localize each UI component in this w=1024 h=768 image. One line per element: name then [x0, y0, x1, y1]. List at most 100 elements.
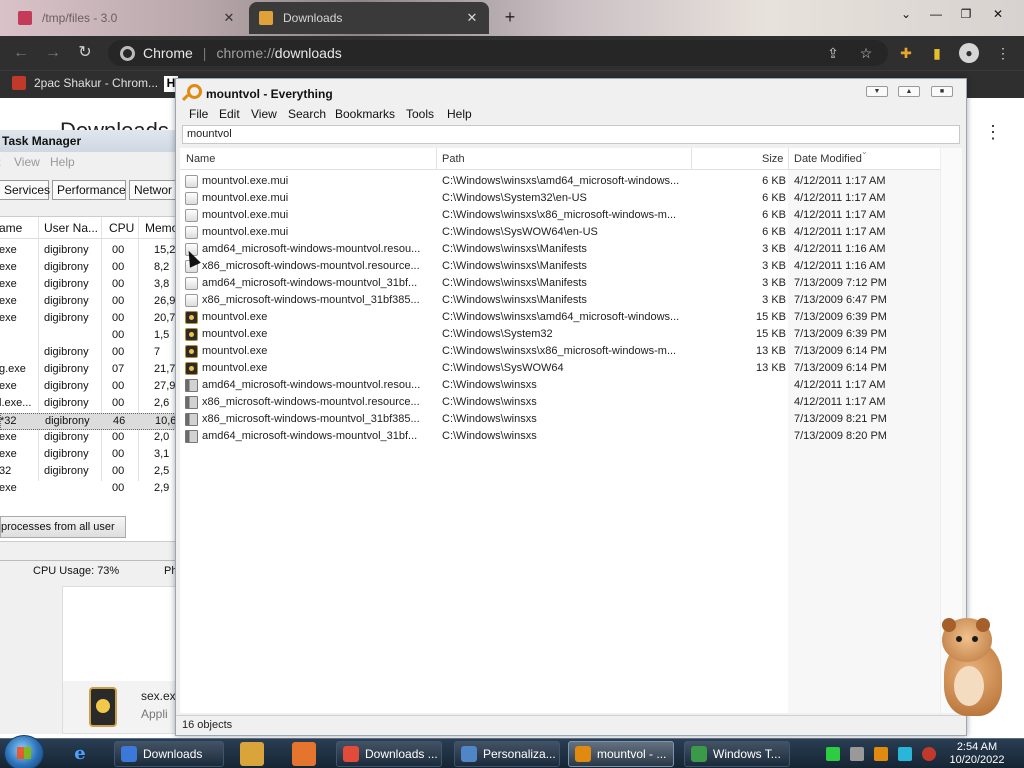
- volume-tray-icon[interactable]: [922, 747, 936, 761]
- table-row[interactable]: exe 00 2,9: [0, 481, 175, 498]
- maximize-button[interactable]: ▲: [898, 86, 920, 97]
- result-row[interactable]: amd64_microsoft-windows-mountvol.resou..…: [180, 377, 940, 394]
- network-tray-icon[interactable]: [850, 747, 864, 761]
- search-input[interactable]: mountvol: [182, 125, 960, 144]
- start-button[interactable]: [4, 735, 44, 768]
- forward-button[interactable]: →: [42, 42, 64, 64]
- chevron-down-icon[interactable]: ⌄: [895, 4, 917, 24]
- internet-explorer-icon[interactable]: e: [68, 743, 92, 765]
- column-user-name[interactable]: User Na...: [44, 221, 102, 235]
- tab-downloads[interactable]: Downloads ✕: [249, 2, 489, 34]
- table-row[interactable]: 32 digibrony 00 2,5: [0, 464, 175, 481]
- minimize-button[interactable]: —: [925, 4, 947, 24]
- table-row[interactable]: g.exe digibrony 07 21,7: [0, 362, 175, 379]
- menu-bookmarks[interactable]: Bookmarks: [335, 107, 395, 121]
- result-row[interactable]: x86_microsoft-windows-mountvol_31bf385..…: [180, 411, 940, 428]
- address-bar[interactable]: Chrome | chrome:// downloads: [108, 40, 888, 66]
- menu-file[interactable]: File: [189, 107, 208, 121]
- close-tab-icon[interactable]: ✕: [222, 10, 236, 26]
- table-row[interactable]: exe digibrony 00 26,9: [0, 294, 175, 311]
- column-image-name[interactable]: ame: [0, 221, 37, 235]
- taskbar-personalization-window[interactable]: Personaliza...: [454, 741, 560, 767]
- column-name[interactable]: Name: [186, 153, 215, 165]
- close-tab-icon[interactable]: ✕: [465, 10, 479, 26]
- result-row[interactable]: amd64_microsoft-windows-mountvol_31bf...…: [180, 428, 940, 445]
- new-tab-button[interactable]: +: [500, 7, 520, 27]
- kebab-menu-icon[interactable]: ⋮: [994, 44, 1012, 62]
- media-player-icon[interactable]: [240, 742, 264, 766]
- tab-networking[interactable]: Networ: [129, 180, 175, 200]
- result-row[interactable]: x86_microsoft-windows-mountvol_31bf385..…: [180, 292, 940, 309]
- result-row[interactable]: mountvol.exe.mui C:\Windows\System32\en-U…: [180, 190, 940, 207]
- show-all-processes-button[interactable]: processes from all user: [0, 516, 126, 538]
- bookmark-item[interactable]: 2pac Shakur - Chrom...: [12, 76, 158, 90]
- restore-button[interactable]: ❐: [955, 4, 977, 24]
- column-cpu[interactable]: CPU: [109, 221, 135, 235]
- menu-view[interactable]: View: [14, 155, 40, 169]
- column-path[interactable]: Path: [442, 153, 465, 165]
- extensions-icon[interactable]: ✚: [897, 44, 915, 62]
- result-row[interactable]: mountvol.exe.mui C:\Windows\winsxs\amd64_…: [180, 173, 940, 190]
- menu-tools[interactable]: Tools: [406, 107, 434, 121]
- search-tray-icon[interactable]: [874, 747, 888, 761]
- menu-view[interactable]: View: [251, 107, 277, 121]
- table-row[interactable]: exe digibrony 00 20,7: [0, 311, 175, 328]
- table-row[interactable]: exe digibrony 00 3,1: [0, 447, 175, 464]
- result-row[interactable]: mountvol.exe C:\Windows\winsxs\amd64_micr…: [180, 309, 940, 326]
- result-row[interactable]: mountvol.exe.mui C:\Windows\winsxs\x86_mi…: [180, 207, 940, 224]
- profile-avatar-icon[interactable]: ●: [959, 43, 979, 63]
- column-memory[interactable]: Memo: [145, 221, 175, 235]
- result-row[interactable]: amd64_microsoft-windows-mountvol.resou..…: [180, 241, 940, 258]
- column-divider[interactable]: [691, 148, 692, 170]
- menu-help[interactable]: Help: [50, 155, 75, 169]
- table-row[interactable]: 00 1,5: [0, 328, 175, 345]
- menu-help[interactable]: Help: [447, 107, 472, 121]
- close-button[interactable]: ■: [931, 86, 953, 97]
- menu-search[interactable]: Search: [288, 107, 326, 121]
- table-row[interactable]: exe digibrony 00 15,2: [0, 243, 175, 260]
- result-row[interactable]: mountvol.exe C:\Windows\System32 15 KB 7/13…: [180, 326, 940, 343]
- result-row[interactable]: mountvol.exe C:\Windows\winsxs\x86_micros…: [180, 343, 940, 360]
- table-row[interactable]: digibrony 00 7: [0, 345, 175, 362]
- column-size[interactable]: Size: [762, 153, 783, 165]
- table-row[interactable]: *32 digibrony 46 10,6: [0, 413, 175, 430]
- result-row[interactable]: mountvol.exe.mui C:\Windows\SysWOW64\en-U…: [180, 224, 940, 241]
- share-icon[interactable]: ⇪: [824, 44, 842, 62]
- menu-edit[interactable]: Edit: [219, 107, 240, 121]
- kebab-menu-icon[interactable]: ⋮: [984, 122, 1002, 143]
- taskbar-downloads-window-2[interactable]: Downloads ...: [336, 741, 442, 767]
- table-row[interactable]: exe digibrony 00 8,2: [0, 260, 175, 277]
- reload-button[interactable]: ↻: [74, 42, 96, 64]
- star-icon[interactable]: ☆: [857, 44, 875, 62]
- display-tray-icon[interactable]: [898, 747, 912, 761]
- result-row[interactable]: x86_microsoft-windows-mountvol.resource.…: [180, 258, 940, 275]
- tab-performance[interactable]: Performance: [52, 180, 126, 200]
- taskbar-everything-window[interactable]: mountvol - ...: [568, 741, 674, 767]
- download-filename[interactable]: sex.ex: [141, 689, 176, 703]
- tab-tmp-files[interactable]: /tmp/files - 3.0 ✕: [8, 2, 246, 34]
- system-clock[interactable]: 2:54 AM 10/20/2022: [946, 741, 1008, 767]
- table-row[interactable]: exe digibrony 00 27,9: [0, 379, 175, 396]
- column-divider[interactable]: [788, 148, 789, 170]
- minimize-button[interactable]: ▼: [866, 86, 888, 97]
- folder-icon: [185, 413, 198, 426]
- back-button[interactable]: ←: [10, 42, 32, 64]
- side-panel-icon[interactable]: ▮: [928, 44, 946, 62]
- taskbar-downloads-window[interactable]: Downloads: [114, 741, 224, 767]
- column-divider[interactable]: [436, 148, 437, 170]
- app-launcher-icon[interactable]: [292, 742, 316, 766]
- table-row[interactable]: exe digibrony 00 3,8: [0, 277, 175, 294]
- result-row[interactable]: mountvol.exe C:\Windows\SysWOW64 13 KB 7/13…: [180, 360, 940, 377]
- result-name: mountvol.exe.mui: [202, 175, 289, 187]
- close-button[interactable]: ✕: [987, 4, 1009, 24]
- result-row[interactable]: x86_microsoft-windows-mountvol.resource.…: [180, 394, 940, 411]
- download-item[interactable]: sex.ex Appli: [62, 586, 183, 734]
- table-row[interactable]: l.exe... digibrony 00 2,6: [0, 396, 175, 413]
- hamster-desktop-pet[interactable]: [934, 614, 1008, 718]
- result-row[interactable]: amd64_microsoft-windows-mountvol_31bf...…: [180, 275, 940, 292]
- taskbar-task-manager-window[interactable]: Windows T...: [684, 741, 790, 767]
- table-row[interactable]: exe digibrony 00 2,0: [0, 430, 175, 447]
- battery-tray-icon[interactable]: [826, 747, 840, 761]
- tab-services[interactable]: Services: [0, 180, 50, 200]
- column-date-modified[interactable]: Date Modified: [794, 153, 862, 165]
